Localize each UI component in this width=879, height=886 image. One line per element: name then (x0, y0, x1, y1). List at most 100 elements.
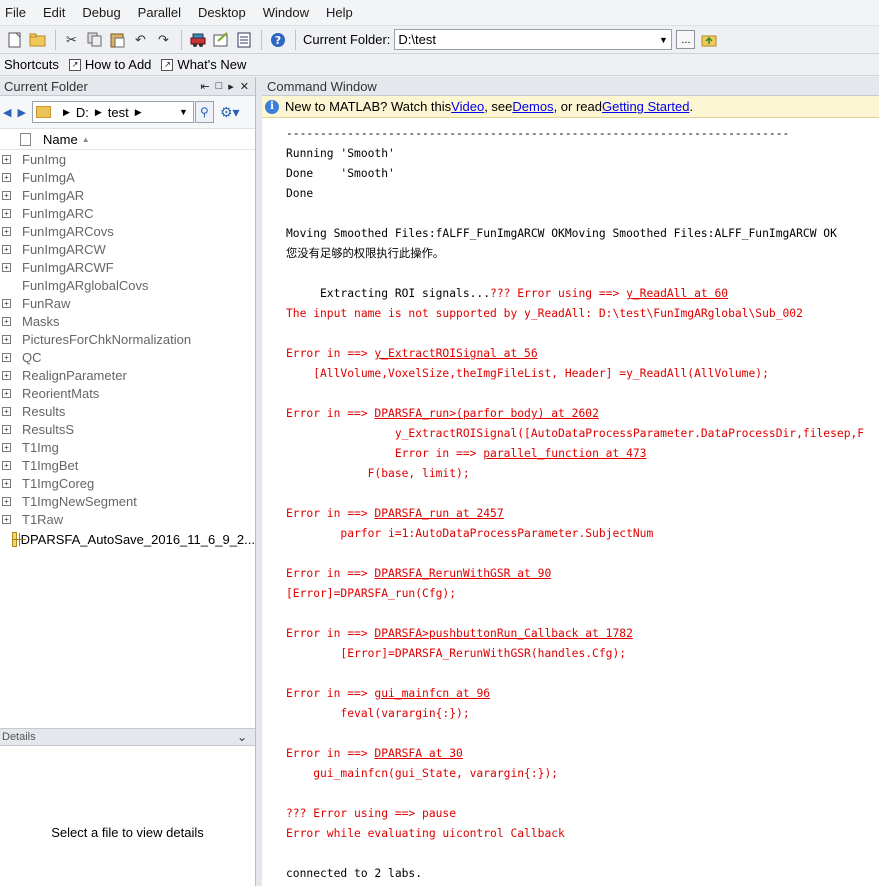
list-item[interactable]: + T1ImgBet (0, 456, 255, 474)
demos-link[interactable]: Demos (512, 99, 553, 114)
name-column-header[interactable]: Name ▲ (0, 129, 255, 150)
list-item[interactable]: + FunImg (0, 150, 255, 168)
minimize-icon[interactable]: ▸ (228, 80, 234, 93)
search-icon[interactable]: ⚲ (194, 101, 214, 123)
cut-icon[interactable]: ✂ (61, 29, 82, 50)
parent-folder-icon[interactable] (699, 30, 718, 49)
folder-name: FunImgA (22, 169, 75, 185)
error-location-link[interactable]: DPARSFA>pushbuttonRun_Callback at 1782 (374, 627, 632, 640)
expand-icon[interactable]: + (2, 406, 11, 416)
list-item[interactable]: + T1ImgCoreg (0, 474, 255, 492)
redo-icon[interactable]: ↷ (153, 29, 174, 50)
undo-icon[interactable]: ↶ (130, 29, 151, 50)
menu-help[interactable]: Help (321, 5, 353, 20)
chevron-right-icon[interactable]: ▶ (135, 107, 142, 118)
list-item[interactable]: + FunImgARCovs (0, 222, 255, 240)
list-item[interactable]: DPARSFA_AutoSave_2016_11_6_9_2... (0, 530, 255, 548)
list-item[interactable]: + FunImgAR (0, 186, 255, 204)
open-folder-icon[interactable] (27, 29, 48, 50)
close-icon[interactable]: ✕ (240, 80, 249, 93)
list-item[interactable]: + FunRaw (0, 294, 255, 312)
expand-icon[interactable]: + (2, 244, 11, 254)
expand-icon[interactable]: + (2, 154, 11, 164)
shortcuts-link[interactable]: Shortcuts (4, 57, 59, 72)
list-item[interactable]: + Masks (0, 312, 255, 330)
chevron-down-icon[interactable]: ▼ (655, 30, 671, 49)
getting-started-link[interactable]: Getting Started (602, 99, 689, 114)
paste-icon[interactable] (107, 29, 128, 50)
list-item[interactable]: + ResultsS (0, 420, 255, 438)
current-folder-input[interactable]: D:\test ▼ (394, 29, 673, 50)
copy-icon[interactable] (84, 29, 105, 50)
chevron-right-icon[interactable]: ▶ (95, 107, 102, 118)
menu-file[interactable]: File (0, 5, 26, 20)
list-item[interactable]: FunImgARglobalCovs (0, 276, 255, 294)
list-item[interactable]: + Results (0, 402, 255, 420)
chevron-down-icon[interactable]: ⌄ (237, 730, 247, 744)
whats-new-link[interactable]: ↗ What's New (161, 57, 246, 72)
error-location-link[interactable]: DPARSFA_run at 2457 (374, 507, 503, 520)
forward-arrow-icon[interactable]: ▶ (17, 106, 25, 119)
menu-window[interactable]: Window (258, 5, 309, 20)
error-location-link[interactable]: y_ReadAll at 60 (626, 287, 728, 300)
menu-desktop[interactable]: Desktop (193, 5, 246, 20)
expand-icon[interactable]: + (2, 334, 11, 344)
breadcrumb-folder[interactable]: test (108, 105, 129, 120)
breadcrumb-drive[interactable]: D: (76, 105, 89, 120)
list-item[interactable]: + QC (0, 348, 255, 366)
error-location-link[interactable]: y_ExtractROISignal at 56 (374, 347, 537, 360)
expand-icon[interactable]: + (2, 370, 11, 380)
expand-icon[interactable]: + (2, 208, 11, 218)
chevron-down-icon[interactable]: ▼ (179, 107, 193, 117)
maximize-icon[interactable]: □ (216, 80, 223, 93)
list-item[interactable]: + RealignParameter (0, 366, 255, 384)
profiler-icon[interactable] (233, 29, 254, 50)
list-item[interactable]: + T1ImgNewSegment (0, 492, 255, 510)
error-location-link[interactable]: gui_mainfcn at 96 (374, 687, 490, 700)
error-location-link[interactable]: DPARSFA at 30 (374, 747, 462, 760)
new-file-icon[interactable] (4, 29, 25, 50)
error-location-link[interactable]: parallel_function at 473 (483, 447, 646, 460)
expand-icon[interactable]: + (2, 262, 11, 272)
back-arrow-icon[interactable]: ◀ (3, 106, 11, 119)
menu-parallel[interactable]: Parallel (133, 5, 181, 20)
expand-icon[interactable]: + (2, 190, 11, 200)
gear-icon[interactable]: ⚙▾ (220, 104, 240, 121)
expand-icon[interactable]: + (2, 226, 11, 236)
expand-icon[interactable]: + (2, 442, 11, 452)
undock-icon[interactable]: ⇤ (200, 80, 209, 93)
menu-edit[interactable]: Edit (38, 5, 65, 20)
list-item[interactable]: + T1Img (0, 438, 255, 456)
main-toolbar: ✂ ↶ ↷ ? Current Folder: D:\test ▼ ... (0, 25, 879, 54)
console-output[interactable]: ----------------------------------------… (262, 118, 879, 886)
expand-icon[interactable]: + (2, 496, 11, 506)
simulink-icon[interactable] (187, 29, 208, 50)
list-item[interactable]: + FunImgARC (0, 204, 255, 222)
expand-icon[interactable]: + (2, 172, 11, 182)
list-item[interactable]: + PicturesForChkNormalization (0, 330, 255, 348)
chevron-right-icon[interactable]: ▶ (63, 107, 70, 118)
browse-folder-button[interactable]: ... (676, 30, 696, 49)
expand-icon[interactable]: + (2, 424, 11, 434)
details-titlebar[interactable]: Details ⌄ (0, 728, 255, 746)
folder-address-bar[interactable]: ▶ D: ▶ test ▶ ▼ (31, 101, 194, 123)
expand-icon[interactable]: + (2, 316, 11, 326)
menu-debug[interactable]: Debug (77, 5, 120, 20)
list-item[interactable]: + FunImgARCW (0, 240, 255, 258)
list-item[interactable]: + FunImgA (0, 168, 255, 186)
expand-icon[interactable]: + (2, 388, 11, 398)
guide-icon[interactable] (210, 29, 231, 50)
how-to-add-link[interactable]: ↗ How to Add (68, 57, 151, 72)
video-link[interactable]: Video (451, 99, 484, 114)
error-location-link[interactable]: DPARSFA_run>(parfor body) at 2602 (374, 407, 598, 420)
list-item[interactable]: + T1Raw (0, 510, 255, 528)
expand-icon[interactable]: + (2, 460, 11, 470)
list-item[interactable]: + ReorientMats (0, 384, 255, 402)
list-item[interactable]: + FunImgARCWF (0, 258, 255, 276)
help-icon[interactable]: ? (267, 29, 288, 50)
error-location-link[interactable]: DPARSFA_RerunWithGSR at 90 (374, 567, 551, 580)
expand-icon[interactable]: + (2, 478, 11, 488)
expand-icon[interactable]: + (2, 298, 11, 308)
expand-icon[interactable]: + (2, 514, 11, 524)
expand-icon[interactable]: + (2, 352, 11, 362)
